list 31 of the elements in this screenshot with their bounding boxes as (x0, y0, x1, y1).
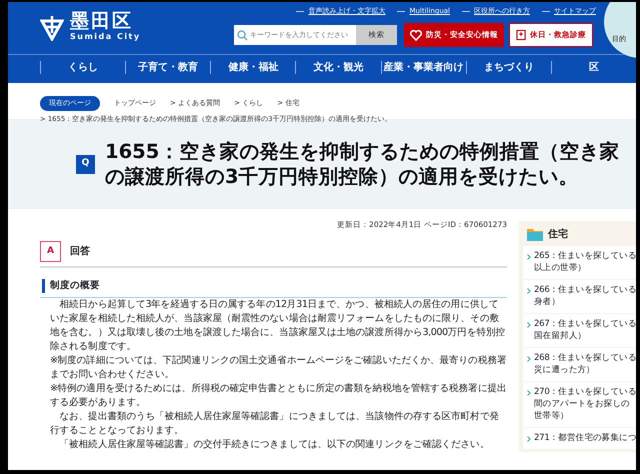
medical-sign-icon (516, 29, 526, 41)
nav-link[interactable]: 健康・福祉 (210, 61, 296, 74)
nav-link[interactable]: くらし (40, 61, 126, 74)
sidebar-heading: 住宅 (548, 227, 568, 242)
chevron-icon (527, 254, 531, 260)
nav-link[interactable]: 区 (550, 61, 636, 74)
chevron-icon (527, 390, 531, 396)
folder-icon (527, 228, 543, 240)
question-mark: Q (76, 154, 95, 174)
nav-link[interactable]: まちづくり (466, 61, 551, 74)
body-paragraph: 「被相続人居住家屋等確認書」の交付手続きにつきましては、以下の関連リンクをご確認ください。 (58, 438, 490, 452)
chevron-icon (527, 288, 531, 294)
body-paragraph: 相続日から起算して3年を経過する日の属する年の12月31日まで、かつ、被相続人の居住の用に供していた家屋を相続した相続人が、当該家屋（耐震性のない場合は耐震リフォームをしたものに限り、その敷地を含む。）又は取壊し後の土地を譲渡した場合に、当該家屋又は土地の譲渡所得から3,000万円を特別控除される制度です。 (50, 298, 506, 354)
section-heading: 制度の概要 (42, 279, 507, 294)
body-paragraph: ※特例の適用を受けるためには、所得税の確定申告書とともに所定の書類を納税地を管轄する税務署に提出する必要があります。 (50, 382, 507, 410)
nav-link[interactable]: 産業・事業者向け (380, 61, 466, 74)
search-icon (237, 30, 248, 40)
body-paragraph: ※制度の詳細については、下記関連リンクの国土交通省ホームページをご確認いただくか、最寄りの税務署までお問い合わせください。 (50, 354, 507, 382)
chevron-icon (527, 322, 531, 328)
city-logo-subtitle: Sumida City (70, 31, 141, 43)
chevron-icon (527, 436, 531, 442)
city-logo-name: 墨田区 (70, 12, 134, 31)
question-title: 1655：空き家の発生を抑制するための特例措置（空き家 の譲渡所得の3千万円特別控除）の適用を受けたい。 (105, 138, 620, 190)
answer-mark: A (40, 241, 61, 262)
body-paragraph: なお、提出書類のうち「被相続人居住家屋等確認書」につきましては、当該物件の存する区市町村で発行することとなっております。 (50, 410, 500, 438)
logo-icon (40, 14, 64, 40)
chevron-icon (527, 356, 531, 362)
nav-link[interactable]: 文化・観光 (295, 61, 381, 74)
nav-link[interactable]: 子育て・教育 (125, 61, 210, 74)
answer-heading: 回答 (70, 244, 90, 260)
heart-icon (410, 30, 422, 40)
